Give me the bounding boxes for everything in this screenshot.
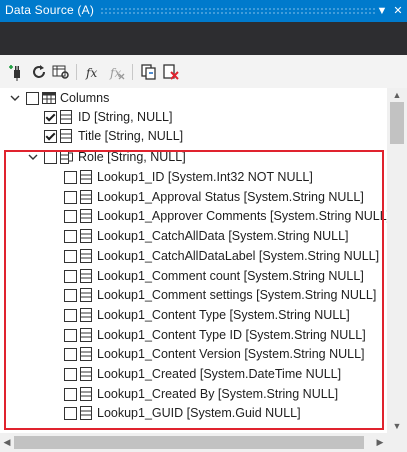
field-label: Lookup1_CatchAllDataLabel [System.String… bbox=[97, 249, 380, 263]
field-icon bbox=[80, 288, 92, 302]
field-checkbox[interactable] bbox=[64, 210, 77, 223]
field-icon bbox=[80, 170, 92, 184]
tree-field-id[interactable]: ID [String, NULL] bbox=[0, 107, 387, 127]
lookup-field-item[interactable]: Lookup1_Created By [System.String NULL] bbox=[0, 384, 387, 404]
field-checkbox[interactable] bbox=[64, 289, 77, 302]
field-label: Lookup1_GUID [System.Guid NULL] bbox=[97, 406, 301, 420]
lookup-field-item[interactable]: Lookup1_GUID [System.Guid NULL] bbox=[0, 403, 387, 423]
svg-text:fx: fx bbox=[85, 66, 97, 80]
lookup-field-icon bbox=[60, 150, 73, 164]
toolbar: fx fx bbox=[0, 55, 407, 89]
field-label: Lookup1_Approver Comments [System.String… bbox=[97, 209, 387, 223]
field-checkbox[interactable] bbox=[64, 191, 77, 204]
lookup-field-item[interactable]: Lookup1_Comment count [System.String NUL… bbox=[0, 266, 387, 286]
tree-node-columns[interactable]: Columns bbox=[0, 88, 387, 108]
field-checkbox[interactable] bbox=[44, 111, 57, 124]
query-icon[interactable] bbox=[52, 63, 70, 81]
field-checkbox[interactable] bbox=[64, 309, 77, 322]
scroll-right-arrow-icon[interactable]: ▶ bbox=[373, 433, 387, 452]
field-icon bbox=[80, 249, 92, 263]
field-icon bbox=[80, 209, 92, 223]
lookup-field-item[interactable]: Lookup1_CatchAllData [System.String NULL… bbox=[0, 226, 387, 246]
columns-checkbox[interactable] bbox=[26, 92, 39, 105]
field-checkbox[interactable] bbox=[64, 368, 77, 381]
scrollbar-corner bbox=[387, 433, 407, 452]
field-icon bbox=[60, 110, 72, 124]
chevron-down-icon[interactable] bbox=[10, 93, 20, 103]
field-label: Title [String, NULL] bbox=[78, 129, 184, 143]
scroll-up-arrow-icon[interactable]: ▲ bbox=[387, 88, 407, 102]
field-label: Lookup1_CatchAllData [System.String NULL… bbox=[97, 229, 349, 243]
lookup-field-item[interactable]: Lookup1_Comment settings [System.String … bbox=[0, 285, 387, 305]
delete-icon[interactable] bbox=[162, 63, 180, 81]
field-checkbox[interactable] bbox=[64, 250, 77, 263]
chevron-down-icon[interactable] bbox=[28, 152, 38, 162]
scroll-down-arrow-icon[interactable]: ▼ bbox=[387, 419, 407, 433]
field-icon bbox=[80, 406, 92, 420]
field-icon bbox=[80, 387, 92, 401]
field-icon bbox=[80, 347, 92, 361]
field-label: Lookup1_ID [System.Int32 NOT NULL] bbox=[97, 170, 313, 184]
add-data-source-icon[interactable] bbox=[8, 63, 26, 81]
lookup-field-item[interactable]: Lookup1_Approval Status [System.String N… bbox=[0, 187, 387, 207]
field-label: Lookup1_Created [System.DateTime NULL] bbox=[97, 367, 342, 381]
copy-icon[interactable] bbox=[140, 63, 158, 81]
field-icon bbox=[80, 367, 92, 381]
field-icon bbox=[80, 229, 92, 243]
lookup-field-item[interactable]: Lookup1_Content Version [System.String N… bbox=[0, 344, 387, 364]
lookup-field-item[interactable]: Lookup1_Content Type ID [System.String N… bbox=[0, 325, 387, 345]
add-calculated-field-icon[interactable]: fx bbox=[84, 63, 102, 81]
field-icon bbox=[80, 190, 92, 204]
lookup-field-item[interactable]: Lookup1_Content Type [System.String NULL… bbox=[0, 305, 387, 325]
field-label: Lookup1_Comment settings [System.String … bbox=[97, 288, 377, 302]
field-checkbox[interactable] bbox=[64, 329, 77, 342]
scroll-left-arrow-icon[interactable]: ◀ bbox=[0, 433, 14, 452]
field-checkbox[interactable] bbox=[64, 270, 77, 283]
field-list-tree[interactable]: Columns ID [String, NULL] Title [String,… bbox=[0, 88, 387, 433]
panel-header-band bbox=[0, 22, 407, 55]
field-label: Lookup1_Created By [System.String NULL] bbox=[97, 387, 339, 401]
horizontal-scrollbar[interactable]: ◀ ▶ bbox=[0, 433, 387, 452]
field-label: Lookup1_Content Type [System.String NULL… bbox=[97, 308, 350, 322]
horizontal-scroll-thumb[interactable] bbox=[14, 436, 364, 449]
table-icon bbox=[42, 92, 56, 104]
close-icon[interactable]: ✕ bbox=[391, 3, 405, 19]
field-checkbox[interactable] bbox=[64, 348, 77, 361]
tree-field-title[interactable]: Title [String, NULL] bbox=[0, 126, 387, 146]
lookup-field-item[interactable]: Lookup1_Approver Comments [System.String… bbox=[0, 206, 387, 226]
toolbar-separator bbox=[132, 64, 133, 80]
field-label: Lookup1_Content Type ID [System.String N… bbox=[97, 328, 366, 342]
refresh-icon[interactable] bbox=[30, 63, 48, 81]
field-icon bbox=[80, 308, 92, 322]
field-checkbox[interactable] bbox=[64, 171, 77, 184]
field-label: ID [String, NULL] bbox=[78, 110, 173, 124]
field-checkbox[interactable] bbox=[64, 230, 77, 243]
field-label: Role [String, NULL] bbox=[78, 150, 186, 164]
toolbar-separator bbox=[76, 64, 77, 80]
vertical-scroll-thumb[interactable] bbox=[390, 102, 404, 144]
panel-title-bar: Data Source (A) ▼ ✕ bbox=[0, 0, 407, 22]
field-checkbox[interactable] bbox=[64, 388, 77, 401]
tree-field-role[interactable]: Role [String, NULL] bbox=[0, 147, 387, 167]
field-label: Lookup1_Comment count [System.String NUL… bbox=[97, 269, 364, 283]
remove-calculated-field-icon[interactable]: fx bbox=[108, 63, 126, 81]
drag-grip[interactable] bbox=[100, 7, 377, 14]
field-icon bbox=[60, 129, 72, 143]
lookup-field-item[interactable]: Lookup1_CatchAllDataLabel [System.String… bbox=[0, 246, 387, 266]
tree-node-label: Columns bbox=[60, 91, 110, 105]
lookup-field-item[interactable]: Lookup1_ID [System.Int32 NOT NULL] bbox=[0, 167, 387, 187]
field-icon bbox=[80, 269, 92, 283]
field-label: Lookup1_Approval Status [System.String N… bbox=[97, 190, 364, 204]
field-checkbox[interactable] bbox=[64, 407, 77, 420]
field-checkbox[interactable] bbox=[44, 130, 57, 143]
field-checkbox[interactable] bbox=[44, 151, 57, 164]
pin-icon[interactable]: ▼ bbox=[375, 3, 389, 19]
field-icon bbox=[80, 328, 92, 342]
lookup-field-item[interactable]: Lookup1_Created [System.DateTime NULL] bbox=[0, 364, 387, 384]
panel-title: Data Source (A) bbox=[5, 3, 95, 17]
field-label: Lookup1_Content Version [System.String N… bbox=[97, 347, 365, 361]
vertical-scrollbar[interactable]: ▲ ▼ bbox=[387, 88, 407, 433]
